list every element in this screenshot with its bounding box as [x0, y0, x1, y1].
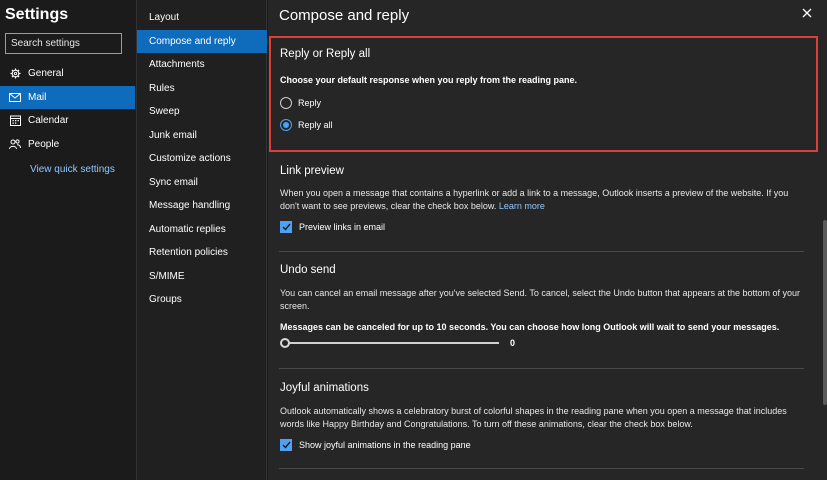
search-input[interactable] [5, 33, 122, 54]
submenu-item-compose-and-reply[interactable]: Compose and reply [137, 30, 267, 53]
nav-item-calendar[interactable]: Calendar [0, 109, 135, 132]
nav-label-calendar: Calendar [28, 115, 69, 126]
page-title: Compose and reply [279, 7, 410, 24]
nav-label-mail: Mail [28, 92, 47, 103]
preview-links-checkbox[interactable]: Preview links in email [280, 221, 385, 233]
submenu-item-retention-policies[interactable]: Retention policies [137, 241, 267, 264]
joyful-animations-label: Show joyful animations in the reading pa… [299, 440, 471, 450]
settings-title: Settings [5, 6, 69, 23]
undo-send-title: Undo send [280, 264, 336, 276]
slider-value: 0 [510, 338, 516, 348]
mail-submenu: Layout Compose and reply Attachments Rul… [136, 0, 267, 480]
joyful-animations-checkbox[interactable]: Show joyful animations in the reading pa… [280, 439, 471, 451]
nav-label-general: General [28, 68, 64, 79]
slider-track[interactable] [285, 342, 499, 344]
preview-links-label: Preview links in email [299, 222, 386, 232]
submenu-item-junk-email[interactable]: Junk email [137, 124, 267, 147]
submenu-item-sync-email[interactable]: Sync email [137, 171, 267, 194]
settings-content-pane: Compose and reply Reply or Reply all Cho… [268, 0, 827, 480]
learn-more-link[interactable]: Learn more [499, 201, 545, 211]
joyful-animations-title: Joyful animations [280, 382, 369, 394]
reply-description: Choose your default response when you re… [280, 75, 578, 85]
undo-send-note: Messages can be canceled for up to 10 se… [280, 322, 780, 332]
nav-label-people: People [28, 139, 60, 150]
radio-button-selected[interactable] [280, 119, 292, 131]
view-quick-settings-link[interactable]: View quick settings [30, 164, 115, 175]
radio-label-reply-all: Reply all [298, 120, 333, 130]
divider [279, 368, 804, 369]
submenu-item-smime[interactable]: S/MIME [137, 265, 267, 288]
gear-icon [0, 68, 28, 79]
nav-item-general[interactable]: General [0, 62, 135, 85]
submenu-item-customize-actions[interactable]: Customize actions [137, 147, 267, 170]
close-icon[interactable] [800, 6, 814, 20]
checkmark-icon[interactable] [280, 221, 292, 233]
submenu-item-layout[interactable]: Layout [137, 6, 267, 29]
submenu-item-attachments[interactable]: Attachments [137, 53, 267, 76]
divider [279, 251, 804, 252]
link-preview-description: When you open a message that contains a … [280, 188, 789, 211]
undo-send-slider[interactable] [280, 337, 500, 349]
divider [279, 468, 804, 469]
scrollbar[interactable] [823, 220, 827, 405]
submenu-item-automatic-replies[interactable]: Automatic replies [137, 218, 267, 241]
undo-send-description: You can cancel an email message after yo… [280, 288, 801, 311]
submenu-item-groups[interactable]: Groups [137, 288, 267, 311]
radio-label-reply: Reply [298, 98, 322, 108]
reply-section-title: Reply or Reply all [280, 48, 371, 60]
nav-item-mail[interactable]: Mail [0, 86, 135, 109]
calendar-icon [0, 115, 28, 126]
submenu-item-rules[interactable]: Rules [137, 77, 267, 100]
nav-item-people[interactable]: People [0, 133, 135, 156]
slider-thumb[interactable] [280, 338, 290, 348]
joyful-animations-description: Outlook automatically shows a celebrator… [280, 406, 787, 429]
link-preview-title: Link preview [280, 165, 344, 177]
submenu-item-sweep[interactable]: Sweep [137, 100, 267, 123]
settings-nav-pane: Settings General Mail Calendar People Vi… [0, 0, 135, 480]
radio-button[interactable] [280, 97, 292, 109]
radio-reply-all[interactable]: Reply all [280, 119, 333, 131]
mail-icon [0, 93, 28, 102]
people-icon [0, 139, 28, 150]
checkmark-icon[interactable] [280, 439, 292, 451]
submenu-item-message-handling[interactable]: Message handling [137, 194, 267, 217]
radio-reply[interactable]: Reply [280, 97, 321, 109]
